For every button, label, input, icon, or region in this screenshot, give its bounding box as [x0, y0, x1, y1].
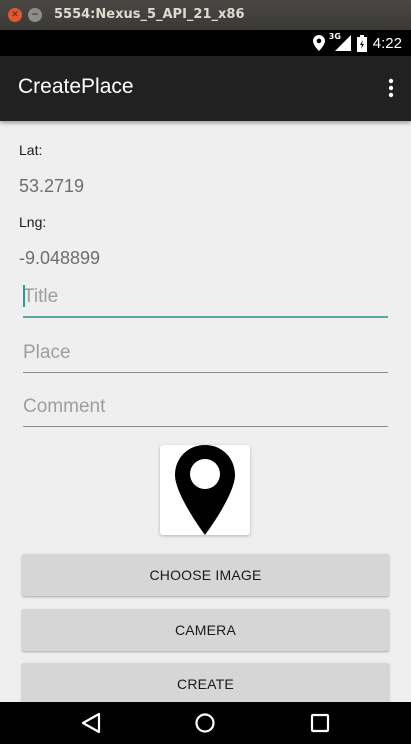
window-close-button[interactable]: ✕ — [8, 8, 22, 22]
lng-label: Lng: — [19, 214, 47, 230]
navigation-bar — [0, 702, 411, 744]
recents-icon[interactable] — [310, 712, 330, 734]
create-button[interactable]: Create — [22, 663, 389, 702]
action-bar: CreatePlace — [0, 56, 411, 121]
choose-image-button[interactable]: Choose Image — [22, 554, 389, 596]
page-title: CreatePlace — [18, 75, 134, 98]
map-marker-icon — [175, 445, 235, 535]
camera-button[interactable]: Camera — [22, 609, 389, 651]
home-icon[interactable] — [194, 712, 216, 734]
status-bar: 3G 4:22 — [0, 30, 411, 56]
close-icon: ✕ — [11, 9, 19, 20]
title-input[interactable] — [23, 278, 388, 318]
image-preview[interactable] — [160, 445, 250, 535]
status-time: 4:22 — [372, 34, 402, 52]
place-input[interactable] — [23, 333, 388, 373]
lat-label: Lat: — [19, 142, 43, 158]
minimize-icon: − — [31, 9, 39, 20]
emulator-title: 5554:Nexus_5_API_21_x86 — [54, 7, 245, 22]
back-icon[interactable] — [80, 712, 102, 734]
text-cursor — [23, 285, 25, 307]
lat-value: 53.2719 — [19, 176, 85, 196]
battery-icon — [356, 34, 367, 52]
emulator-title-bar: ✕ − 5554:Nexus_5_API_21_x86 — [0, 0, 411, 30]
window-minimize-button[interactable]: − — [28, 8, 42, 22]
signal-icon: 3G — [329, 32, 351, 51]
location-icon — [312, 35, 325, 51]
overflow-menu-icon[interactable] — [387, 78, 395, 98]
lng-value: -9.048899 — [19, 248, 101, 268]
comment-input[interactable] — [23, 387, 388, 427]
content-area: Lat: 53.2719 Lng: -9.048899 Choose Image… — [0, 121, 411, 702]
